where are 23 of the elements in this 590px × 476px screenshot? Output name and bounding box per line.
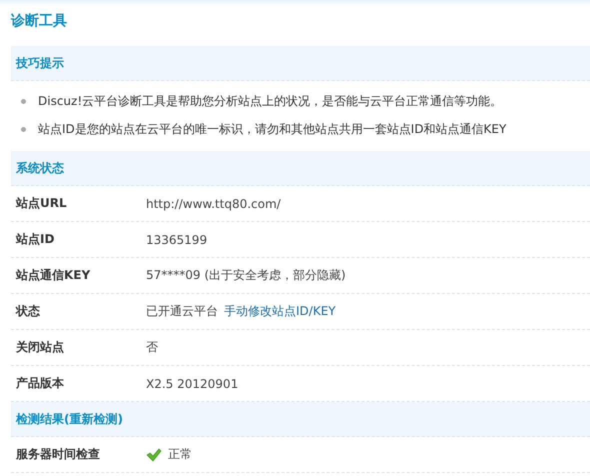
tip-text: 站点ID是您的站点在云平台的唯一标识，请勿和其他站点共用一套站点ID和站点通信KEY: [38, 120, 506, 138]
field-value: 否: [146, 339, 158, 356]
field-value: 正常: [168, 446, 192, 463]
field-value: 已开通云平台: [146, 303, 218, 320]
field-label: 关闭站点: [14, 339, 65, 356]
field-value: 57****09 (出于安全考虑，部分隐藏): [146, 267, 346, 284]
field-label: 站点通信KEY: [14, 267, 92, 284]
field-label: 服务器时间检查: [14, 446, 101, 463]
tip-text: Discuz!云平台诊断工具是帮助您分析站点上的状况，是否能与云平台正常通信等功能。: [38, 92, 502, 110]
section-heading: 检测结果(重新检测): [11, 402, 590, 437]
bullet-icon: [21, 126, 26, 132]
field-value: 13365199: [146, 232, 208, 246]
bullet-icon: [21, 98, 26, 104]
field-label: 站点ID: [14, 231, 56, 248]
field-label: 状态: [14, 303, 41, 320]
page-title: 诊断工具: [11, 12, 68, 31]
section-heading: 系统状态: [11, 151, 590, 186]
field-value: http://www.ttq80.com/: [146, 196, 281, 210]
edit-link[interactable]: 手动修改站点ID/KEY: [224, 303, 336, 320]
field-label: 站点URL: [14, 195, 68, 212]
field-label: 产品版本: [15, 375, 65, 392]
field-value: X2.5 20120901: [146, 376, 238, 390]
section-heading: 技巧提示: [11, 46, 590, 81]
